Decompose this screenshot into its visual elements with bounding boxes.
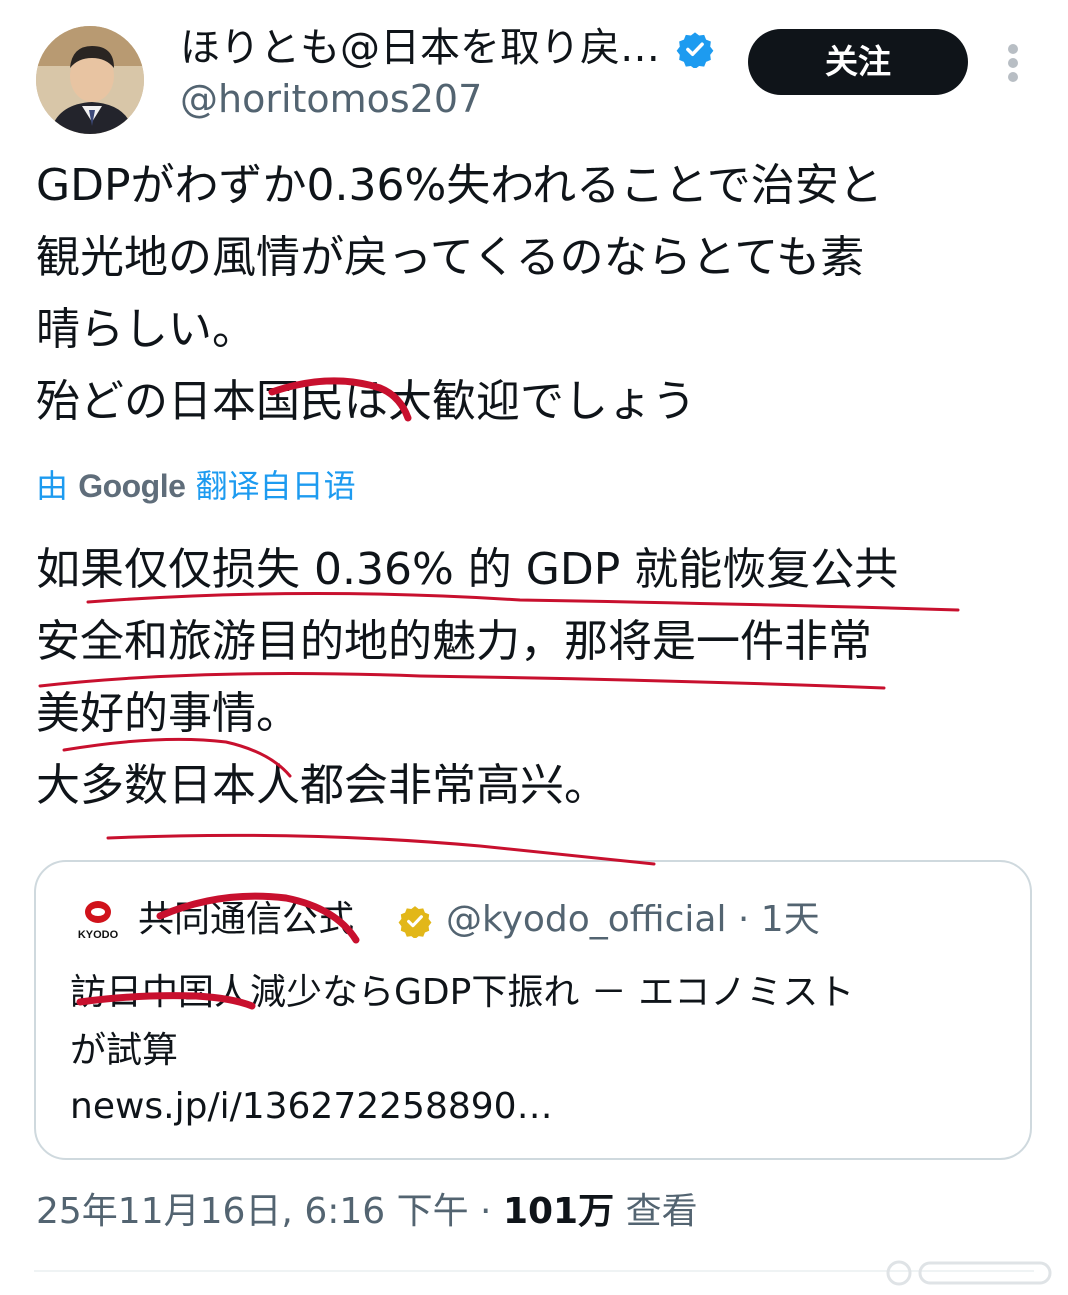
quoted-time: · 1天 xyxy=(737,899,820,940)
tweet-text-line: 晴らしい。 xyxy=(36,304,256,355)
quoted-text-line: 訪日中国人減少ならGDP下振れ － エコノミスト xyxy=(70,972,855,1013)
svg-text:KYODO: KYODO xyxy=(78,929,119,941)
kyodo-logo-icon: KYODO xyxy=(72,896,124,942)
translate-suffix: 翻译自日语 xyxy=(195,467,356,505)
follow-button[interactable]: 关注 xyxy=(748,29,968,95)
quoted-handle: @kyodo_official xyxy=(446,899,727,940)
tweet-text-line: 殆どの日本国民は大歓迎でしょう xyxy=(36,376,696,427)
tweet-text-line: GDPがわずか0.36%失われることで治安と xyxy=(36,160,883,211)
translation-text-line: 如果仅仅损失 0.36% 的 GDP 就能恢复公共 xyxy=(36,544,899,595)
timestamp[interactable]: 25年11月16日, 6:16 下午 · xyxy=(36,1191,492,1232)
quoted-link[interactable]: news.jp/i/136272258890… xyxy=(70,1078,553,1136)
tweet-text-line: 観光地の風情が戻ってくるのならとても素 xyxy=(36,232,865,283)
more-options-icon[interactable] xyxy=(1000,40,1026,86)
quoted-text-line: が試算 xyxy=(70,1030,179,1071)
watermark-icon xyxy=(884,1258,1060,1288)
quoted-display-name: 共同通信公式 xyxy=(138,899,355,940)
translated-by-google-link[interactable]: 由 Google 翻译自日语 xyxy=(36,462,356,510)
translate-prefix: 由 xyxy=(36,467,69,505)
gold-verified-badge-icon xyxy=(398,904,432,939)
translation-text-line: 大多数日本人都会非常高兴。 xyxy=(36,760,608,811)
avatar[interactable] xyxy=(36,26,144,134)
views-count: 101万 xyxy=(502,1191,615,1232)
display-name[interactable]: ほりとも@日本を取り戻… xyxy=(180,24,660,72)
verified-badge-icon xyxy=(676,30,714,70)
google-logo: Google xyxy=(78,468,186,504)
translation-text-line: 安全和旅游目的地的魅力，那将是一件非常 xyxy=(36,616,872,667)
quoted-handle-time: @kyodo_official · 1天 xyxy=(446,896,820,944)
translation-text-line: 美好的事情。 xyxy=(36,688,300,739)
user-handle[interactable]: @horitomos207 xyxy=(180,76,482,122)
views-label: 查看 xyxy=(625,1191,698,1232)
timestamp-views-row: 25年11月16日, 6:16 下午 · 101万 查看 xyxy=(36,1184,698,1240)
